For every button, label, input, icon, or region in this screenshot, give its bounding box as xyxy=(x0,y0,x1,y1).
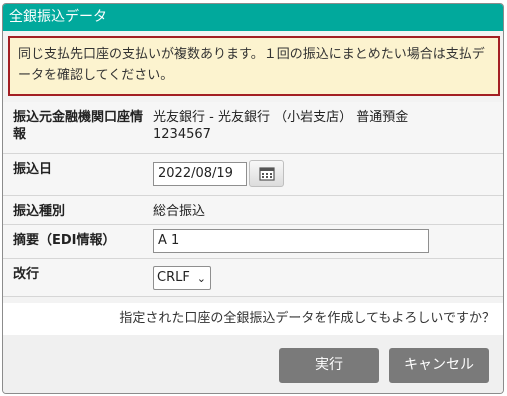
bank-account-value: 光友銀行 - 光友銀行 （小岩支店） 普通預金 1234567 xyxy=(143,102,503,143)
cancel-button[interactable]: キャンセル xyxy=(389,348,489,383)
calendar-icon xyxy=(259,167,275,181)
dialog-footer: 実行 キャンセル xyxy=(3,335,503,393)
bank-account-row: 振込元金融機関口座情報 光友銀行 - 光友銀行 （小岩支店） 普通預金 1234… xyxy=(3,102,503,154)
transfer-type-value: 総合振込 xyxy=(153,204,206,219)
transfer-date-label: 振込日 xyxy=(13,162,53,177)
duplicate-payment-alert: 同じ支払先口座の支払いが複数あります。１回の振込にまとめたい場合は支払データを確… xyxy=(8,36,500,96)
dialog-title: 全銀振込データ xyxy=(3,4,503,31)
line-feed-select[interactable]: CRLF ⌄ xyxy=(153,266,211,290)
chevron-down-icon: ⌄ xyxy=(196,272,206,285)
line-feed-row: 改行 CRLF ⌄ xyxy=(3,259,503,297)
confirm-message: 指定された口座の全銀振込データを作成してもよろしいですか？ xyxy=(3,303,503,335)
execute-button[interactable]: 実行 xyxy=(279,348,379,383)
transfer-date-value: 2022/08/19 xyxy=(143,154,503,187)
bank-account-label: 振込元金融機関口座情報 xyxy=(13,110,144,142)
transfer-form: 振込元金融機関口座情報 光友銀行 - 光友銀行 （小岩支店） 普通預金 1234… xyxy=(3,102,503,297)
calendar-button[interactable] xyxy=(249,160,284,187)
summary-value: A 1 xyxy=(143,225,503,253)
bank-account-number: 1234567 xyxy=(153,127,211,142)
transfer-date-input[interactable]: 2022/08/19 xyxy=(153,161,247,186)
line-feed-value: CRLF ⌄ xyxy=(143,259,503,290)
line-feed-selected: CRLF xyxy=(157,270,190,285)
zengin-transfer-dialog: 全銀振込データ 同じ支払先口座の支払いが複数あります。１回の振込にまとめたい場合… xyxy=(2,3,504,394)
transfer-date-row: 振込日 2022/08/19 xyxy=(3,154,503,196)
transfer-type-label: 振込種別 xyxy=(13,204,66,219)
transfer-type-row: 振込種別 総合振込 xyxy=(3,196,503,225)
summary-label: 摘要（EDI情報） xyxy=(13,233,116,248)
line-feed-label: 改行 xyxy=(13,267,40,282)
summary-input[interactable]: A 1 xyxy=(153,229,429,253)
bank-account-name: 光友銀行 - 光友銀行 （小岩支店） 普通預金 xyxy=(153,110,409,125)
summary-row: 摘要（EDI情報） A 1 xyxy=(3,225,503,259)
